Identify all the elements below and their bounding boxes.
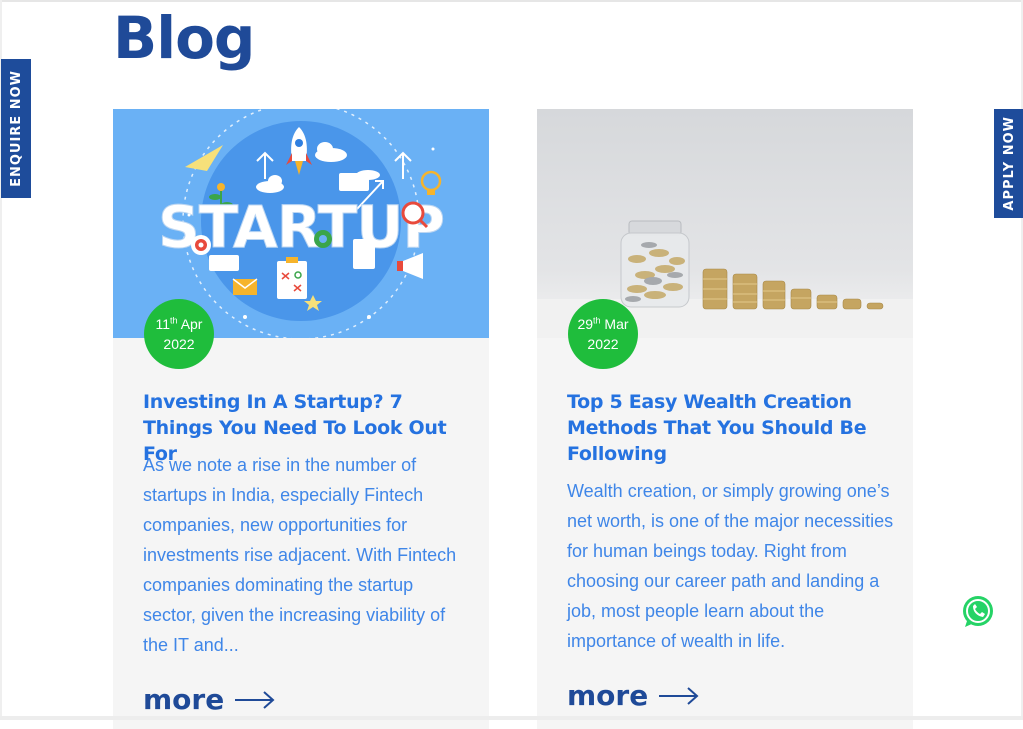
date-year: 2022	[587, 336, 619, 352]
blog-card[interactable]: STARTUP 11th Apr 2022 Investing In A Sta…	[113, 109, 489, 729]
apply-now-label: APPLY NOW	[1001, 116, 1017, 211]
more-label: more	[567, 679, 649, 712]
enquire-now-tab[interactable]: ENQUIRE NOW	[1, 59, 31, 198]
card-excerpt: Wealth creation, or simply growing one’s…	[567, 481, 894, 651]
bottom-border	[0, 716, 1023, 720]
page-title: Blog	[113, 4, 255, 72]
more-label: more	[143, 683, 225, 716]
date-year: 2022	[163, 336, 195, 352]
date-badge: 29th Mar 2022	[568, 299, 638, 369]
more-link[interactable]: more	[567, 679, 700, 712]
whatsapp-button[interactable]	[960, 594, 996, 630]
date-day-month: 29th Mar	[577, 315, 629, 332]
card-title[interactable]: Top 5 Easy Wealth Creation Methods That …	[567, 389, 892, 467]
date-badge: 11th Apr 2022	[144, 299, 214, 369]
long-arrow-right-icon	[235, 690, 275, 709]
more-link[interactable]: more	[143, 683, 276, 716]
long-arrow-right-icon	[659, 686, 699, 705]
whatsapp-icon	[963, 596, 993, 627]
top-border	[0, 0, 1023, 2]
enquire-now-label: ENQUIRE NOW	[8, 70, 24, 187]
card-excerpt: As we note a rise in the number of start…	[143, 455, 457, 655]
date-day-month: 11th Apr	[155, 315, 203, 332]
blog-card[interactable]: 29th Mar 2022 Top 5 Easy Wealth Creation…	[537, 109, 913, 729]
apply-now-tab[interactable]: APPLY NOW	[994, 109, 1023, 218]
